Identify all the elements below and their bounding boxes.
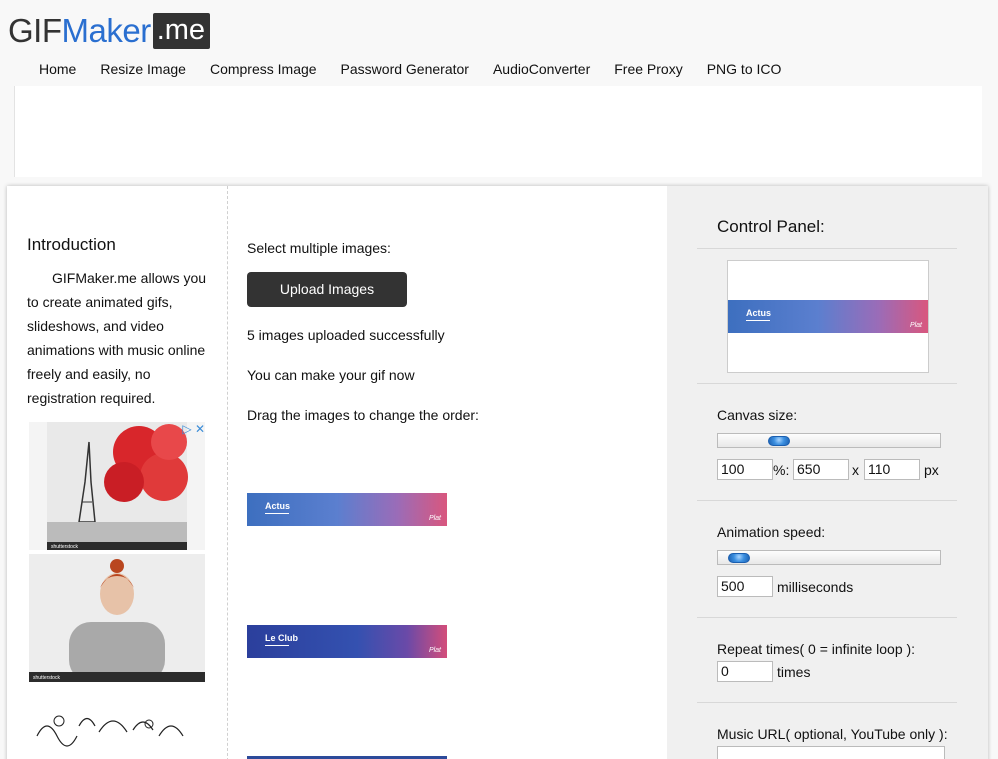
logo-me-badge: .me (152, 13, 211, 49)
logo-gif-text: GIF (8, 12, 62, 49)
gif-preview: Actus Plat (727, 260, 929, 373)
animation-speed-slider[interactable] (717, 550, 941, 565)
intro-column: Introduction GIFMaker.me allows you to c… (7, 186, 228, 759)
nav-compress-image[interactable]: Compress Image (198, 61, 329, 77)
control-panel: Control Panel: Actus Plat Canvas size: 1… (667, 186, 988, 759)
image-1-badge: Plat (428, 515, 441, 522)
ad-eiffel-image[interactable]: shutterstock ▷ ✕ (29, 422, 205, 550)
ad-sketch-image[interactable] (29, 686, 205, 759)
animation-speed-slider-knob[interactable] (728, 553, 750, 563)
nav-png-to-ico[interactable]: PNG to ICO (695, 61, 794, 77)
main-panel: Introduction GIFMaker.me allows you to c… (7, 186, 988, 759)
intro-text: GIFMaker.me allows you to create animate… (27, 270, 207, 406)
nav-home[interactable]: Home (27, 61, 88, 77)
canvas-size-slider[interactable] (717, 433, 941, 448)
upload-images-button[interactable]: Upload Images (247, 272, 407, 307)
px-unit: px (924, 462, 939, 478)
repeat-times-label: Repeat times( 0 = infinite loop ): (717, 641, 916, 657)
divider (697, 702, 957, 703)
ad-tag-text-2: shutterstock (33, 675, 60, 681)
speed-unit: milliseconds (777, 579, 854, 595)
nav-resize-image[interactable]: Resize Image (88, 61, 198, 77)
make-gif-hint: You can make your gif now (247, 367, 415, 383)
canvas-height-input[interactable]: 110 (864, 459, 920, 480)
music-url-label: Music URL( optional, YouTube only ): (717, 726, 948, 742)
image-2-badge: Plat (428, 647, 441, 654)
divider (697, 383, 957, 384)
canvas-size-slider-knob[interactable] (768, 436, 790, 446)
preview-image: Actus Plat (728, 300, 928, 333)
repeat-times-input[interactable]: 0 (717, 661, 773, 682)
control-panel-title: Control Panel: (717, 217, 825, 236)
ad-tag-text: shutterstock (51, 544, 78, 550)
ad-woman-image[interactable]: shutterstock (29, 554, 205, 682)
uploaded-image-2[interactable]: Le Club Plat (247, 625, 447, 658)
logo-maker-text: Maker (61, 12, 152, 49)
canvas-width-input[interactable]: 650 (793, 459, 849, 480)
preview-badge: Plat (909, 322, 922, 329)
intro-title: Introduction (27, 235, 116, 254)
canvas-size-label: Canvas size: (717, 407, 798, 423)
uploaded-image-1[interactable]: Actus Plat (247, 493, 447, 526)
nav-password-generator[interactable]: Password Generator (329, 61, 481, 77)
image-1-title: Actus (265, 501, 290, 514)
side-ad[interactable]: shutterstock ▷ ✕ shutterstock (29, 422, 205, 759)
animation-speed-label: Animation speed: (717, 524, 826, 540)
select-images-label: Select multiple images: (247, 240, 391, 256)
image-2-title: Le Club (265, 633, 298, 646)
upload-status-text: 5 images uploaded successfully (247, 327, 445, 343)
nav-audio-converter[interactable]: AudioConverter (481, 61, 602, 77)
divider (697, 500, 957, 501)
main-nav: Home Resize Image Compress Image Passwor… (27, 61, 793, 77)
music-url-input[interactable] (717, 746, 945, 759)
percent-unit: %: (773, 462, 790, 478)
canvas-percent-input[interactable]: 100 (717, 459, 773, 480)
times-sep: x (852, 462, 859, 478)
site-logo[interactable]: GIF Maker .me (8, 11, 211, 51)
divider (697, 248, 957, 249)
nav-free-proxy[interactable]: Free Proxy (602, 61, 694, 77)
repeat-unit: times (777, 664, 811, 680)
divider (697, 617, 957, 618)
drag-order-label: Drag the images to change the order: (247, 407, 479, 423)
speed-input[interactable]: 500 (717, 576, 773, 597)
preview-title: Actus (746, 308, 771, 321)
upload-column: Select multiple images: Upload Images 5 … (247, 186, 667, 759)
ad-choices-icon[interactable]: ▷ ✕ (182, 422, 205, 436)
top-ad-banner (14, 86, 982, 177)
